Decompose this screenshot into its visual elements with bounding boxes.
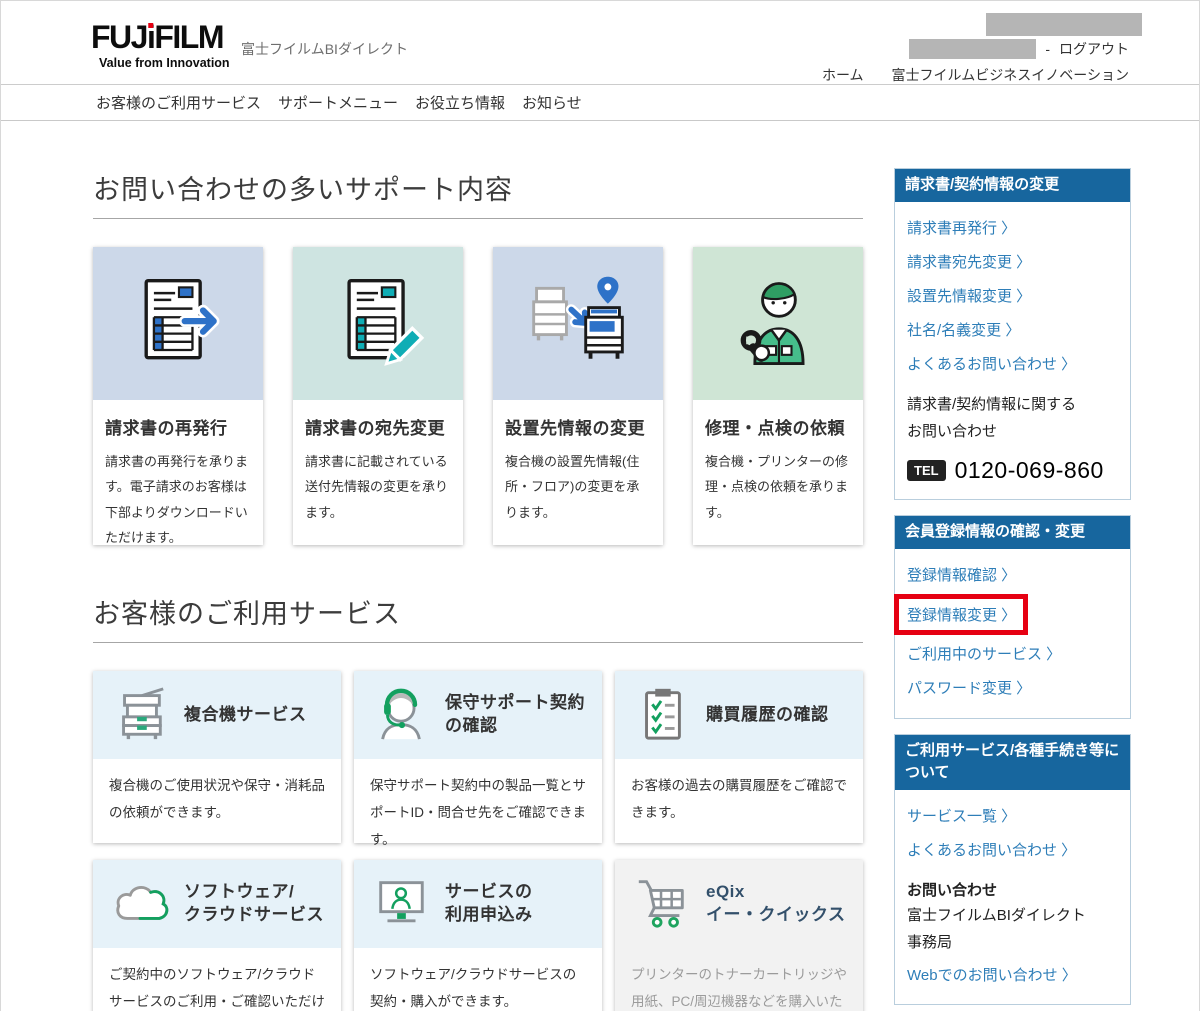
service-card-title: サービスの 利用申込み xyxy=(445,881,533,927)
billing-tel-row: TEL 0120-069-860 xyxy=(907,457,1118,484)
logo-red-dot-i: i xyxy=(147,21,154,53)
redacted-account-info xyxy=(986,13,1142,36)
monitor-signup-icon xyxy=(372,873,430,936)
support-card-title: 設置先情報の変更 xyxy=(505,414,651,439)
service-card-eqix[interactable]: eQix イー・クイックス プリンターのトナーカートリッジや用紙、PC/周辺機器… xyxy=(615,860,863,1011)
services-contact-body: 富士フイルムBIダイレクト 事務局 xyxy=(907,902,1118,958)
service-card-purchase-history[interactable]: 購買履歴の確認 お客様の過去の購買履歴をご確認できます。 xyxy=(615,671,863,843)
checklist-icon xyxy=(633,684,691,747)
header-account-area: - ログアウト ホーム 富士フイルムビジネスイノベーション xyxy=(822,13,1142,85)
service-card-software-cloud[interactable]: ソフトウェア/ クラウドサービス ご契約中のソフトウェア/クラウドサービスのご利… xyxy=(93,860,341,1011)
sidebar-link-web-contact[interactable]: Webでのお問い合わせ 〉 xyxy=(907,957,1118,991)
relocation-icon xyxy=(493,247,663,400)
sidebar-link-registration-change[interactable]: 登録情報変更 〉 xyxy=(907,600,1019,629)
invoice-reissue-icon xyxy=(93,247,263,400)
nav-item-news[interactable]: お知らせ xyxy=(522,92,582,113)
registration-change-highlight: 登録情報変更 〉 xyxy=(894,594,1028,635)
services-contact-heading: お問い合わせ xyxy=(907,879,1118,900)
cart-icon xyxy=(633,873,691,936)
logout-separator: - xyxy=(1045,41,1050,57)
nav-item-customer-services[interactable]: お客様のご利用サービス xyxy=(96,92,261,113)
service-card-description: ご契約中のソフトウェア/クラウドサービスのご利用・ご確認いただけます (Docu… xyxy=(93,948,341,1011)
logout-link[interactable]: ログアウト xyxy=(1059,39,1129,59)
service-card-title: 購買履歴の確認 xyxy=(706,704,829,727)
services-section-title: お客様のご利用サービス xyxy=(93,592,863,643)
sidebar-box-services: ご利用サービス/各種手続き等について サービス一覧 〉 よくあるお問い合わせ 〉… xyxy=(894,734,1131,1006)
sidebar: 請求書/契約情報の変更 請求書再発行 〉 請求書宛先変更 〉 設置先情報変更 〉… xyxy=(894,168,1131,1011)
support-card-description: 複合機・プリンターの修理・点検の依頼を承ります。 xyxy=(705,449,851,525)
service-card-maintenance-contract[interactable]: 保守サポート契約 の確認 保守サポート契約中の製品一覧とサポートID・問合せ先を… xyxy=(354,671,602,843)
billing-contact-note: 請求書/契約情報に関する お問い合わせ xyxy=(907,391,1118,447)
sidebar-box-member-title: 会員登録情報の確認・変更 xyxy=(895,516,1130,549)
service-card-title: 保守サポート契約 の確認 xyxy=(445,692,585,738)
sidebar-box-billing: 請求書/契約情報の変更 請求書再発行 〉 請求書宛先変更 〉 設置先情報変更 〉… xyxy=(894,168,1131,500)
support-card-repair-request[interactable]: 修理・点検の依頼 複合機・プリンターの修理・点検の依頼を承ります。 xyxy=(693,247,863,545)
sidebar-box-member: 会員登録情報の確認・変更 登録情報確認 〉 登録情報変更 〉 ご利用中のサービス… xyxy=(894,515,1131,719)
fujifilm-logo[interactable]: FUJiFILM Value from Innovation xyxy=(91,21,230,70)
sidebar-link-faq-billing[interactable]: よくあるお問い合わせ 〉 xyxy=(907,347,1118,381)
service-card-title: eQix イー・クイックス xyxy=(706,881,846,927)
nav-item-support-menu[interactable]: サポートメニュー xyxy=(278,92,398,113)
site-service-name: 富士フイルムBIダイレクト xyxy=(241,39,408,59)
service-card-description: プリンターのトナーカートリッジや用紙、PC/周辺機器などを購入いただけます。 xyxy=(615,948,863,1011)
sidebar-box-billing-title: 請求書/契約情報の変更 xyxy=(895,169,1130,202)
support-card-description: 請求書に記載されている送付先情報の変更を承ります。 xyxy=(305,449,451,525)
sidebar-link-faq-services[interactable]: よくあるお問い合わせ 〉 xyxy=(907,833,1118,867)
nav-item-useful-info[interactable]: お役立ち情報 xyxy=(415,92,505,113)
repair-request-icon xyxy=(693,247,863,400)
sidebar-link-services-in-use[interactable]: ご利用中のサービス 〉 xyxy=(907,637,1118,671)
sidebar-link-name-change[interactable]: 社名/名義変更 〉 xyxy=(907,313,1118,347)
service-card-description: ソフトウェア/クラウドサービスの契約・購入ができます。 xyxy=(354,948,602,1011)
home-link[interactable]: ホーム xyxy=(822,65,864,85)
service-card-description: お客様の過去の購買履歴をご確認できます。 xyxy=(615,759,863,826)
support-cards: 請求書の再発行 請求書の再発行を承ります。電子請求のお客様は下部よりダウンロード… xyxy=(93,247,863,545)
support-card-invoice-reissue[interactable]: 請求書の再発行 請求書の再発行を承ります。電子請求のお客様は下部よりダウンロード… xyxy=(93,247,263,545)
fujifilm-logotype: FUJiFILM xyxy=(91,21,230,53)
sidebar-box-services-title: ご利用サービス/各種手続き等について xyxy=(895,735,1130,790)
tel-badge: TEL xyxy=(907,460,946,481)
company-link[interactable]: 富士フイルムビジネスイノベーション xyxy=(892,65,1129,85)
support-section-title: お問い合わせの多いサポート内容 xyxy=(93,168,863,219)
sidebar-link-registration-confirm[interactable]: 登録情報確認 〉 xyxy=(907,558,1118,592)
sidebar-link-service-list[interactable]: サービス一覧 〉 xyxy=(907,799,1118,833)
support-card-invoice-address-change[interactable]: 請求書の宛先変更 請求書に記載されている送付先情報の変更を承ります。 xyxy=(293,247,463,545)
main-column: お問い合わせの多いサポート内容 xyxy=(93,121,863,1011)
page: FUJiFILM Value from Innovation 富士フイルムBIダ… xyxy=(0,0,1200,1011)
support-agent-icon xyxy=(372,684,430,747)
sidebar-link-location-change[interactable]: 設置先情報変更 〉 xyxy=(907,279,1118,313)
support-card-relocation[interactable]: 設置先情報の変更 複合機の設置先情報(住所・フロア)の変更を承ります。 xyxy=(493,247,663,545)
service-card-description: 複合機のご使用状況や保守・消耗品の依頼ができます。 xyxy=(93,759,341,826)
support-card-description: 複合機の設置先情報(住所・フロア)の変更を承ります。 xyxy=(505,449,651,525)
tel-number: 0120-069-860 xyxy=(955,457,1104,484)
logo-tagline: Value from Innovation xyxy=(99,56,230,70)
service-cards: 複合機サービス 複合機のご使用状況や保守・消耗品の依頼ができます。 xyxy=(93,671,863,1011)
service-card-description: 保守サポート契約中の製品一覧とサポートID・問合せ先をご確認できます。 xyxy=(354,759,602,853)
copier-icon xyxy=(111,684,169,747)
sidebar-link-password-change[interactable]: パスワード変更 〉 xyxy=(907,671,1118,705)
cloud-icon xyxy=(111,873,169,936)
service-card-title: ソフトウェア/ クラウドサービス xyxy=(184,881,324,927)
support-card-title: 修理・点検の依頼 xyxy=(705,414,851,439)
sidebar-link-invoice-address-change[interactable]: 請求書宛先変更 〉 xyxy=(907,245,1118,279)
content: お問い合わせの多いサポート内容 xyxy=(1,121,1199,1011)
service-card-service-signup[interactable]: サービスの 利用申込み ソフトウェア/クラウドサービスの契約・購入ができます。 xyxy=(354,860,602,1011)
service-card-title: 複合機サービス xyxy=(184,704,307,727)
header: FUJiFILM Value from Innovation 富士フイルムBIダ… xyxy=(1,1,1199,85)
sidebar-link-invoice-reissue[interactable]: 請求書再発行 〉 xyxy=(907,211,1118,245)
service-card-copier[interactable]: 複合機サービス 複合機のご使用状況や保守・消耗品の依頼ができます。 xyxy=(93,671,341,843)
invoice-address-change-icon xyxy=(293,247,463,400)
global-nav: お客様のご利用サービス サポートメニュー お役立ち情報 お知らせ xyxy=(1,85,1199,121)
support-card-description: 請求書の再発行を承ります。電子請求のお客様は下部よりダウンロードいただけます。 xyxy=(105,449,251,550)
support-card-title: 請求書の再発行 xyxy=(105,414,251,439)
support-card-title: 請求書の宛先変更 xyxy=(305,414,451,439)
redacted-user-name xyxy=(909,39,1036,59)
